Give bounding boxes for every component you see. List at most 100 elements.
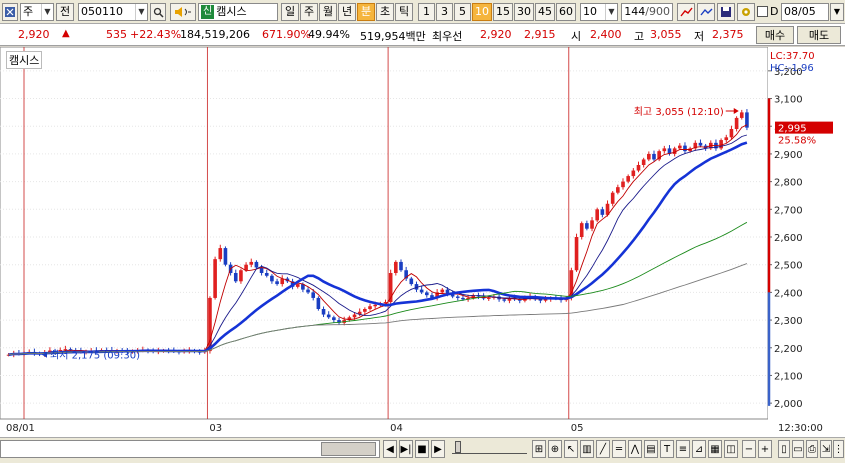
compare-chart-icon[interactable] bbox=[697, 3, 715, 21]
zoom-slider-handle[interactable] bbox=[455, 441, 461, 453]
interval-60[interactable]: 60 bbox=[556, 3, 576, 21]
code-input[interactable]: 050110 ▼ bbox=[78, 3, 148, 21]
candle-body bbox=[275, 281, 279, 285]
price-change: 535 bbox=[106, 28, 127, 41]
scroll-left-icon[interactable]: ◀ bbox=[383, 440, 397, 458]
search-icon[interactable] bbox=[150, 3, 166, 21]
candle-body bbox=[326, 314, 331, 318]
chevron-down-icon: ▼ bbox=[41, 4, 53, 20]
print-icon[interactable]: ⎙ bbox=[806, 440, 818, 458]
sound-icon[interactable] bbox=[170, 3, 196, 21]
trend-icon[interactable]: ⋀ bbox=[628, 440, 642, 458]
period-day[interactable]: 일 bbox=[281, 3, 299, 21]
time-label: 12:30:00 bbox=[778, 423, 823, 434]
candle-body bbox=[502, 299, 507, 301]
fib-icon[interactable]: ≡ bbox=[676, 440, 690, 458]
d-checkbox[interactable] bbox=[757, 6, 768, 17]
magnifier-icon[interactable]: ⊕ bbox=[548, 440, 562, 458]
pointer-icon[interactable]: ↖ bbox=[564, 440, 578, 458]
line-icon[interactable]: ╱ bbox=[596, 440, 610, 458]
trade-amount: 519,954백만 bbox=[360, 30, 426, 43]
market-select-label: 주 bbox=[23, 5, 34, 18]
zoom-in-icon[interactable]: + bbox=[758, 440, 772, 458]
candle-body bbox=[306, 289, 310, 293]
low-label: 저 bbox=[694, 30, 705, 43]
text-icon[interactable]: T bbox=[660, 440, 674, 458]
eraser-icon[interactable]: ◫ bbox=[724, 440, 738, 458]
play-icon[interactable]: ▶ bbox=[431, 440, 445, 458]
ruler-icon[interactable]: ⊿ bbox=[692, 440, 706, 458]
date-field[interactable]: 08/05 bbox=[781, 3, 829, 21]
bar-chart-icon[interactable]: ▤ bbox=[644, 440, 658, 458]
zoom-slider[interactable] bbox=[452, 441, 527, 454]
open-price: 2,400 bbox=[590, 28, 622, 41]
period-minute[interactable]: 분 bbox=[357, 3, 375, 21]
period-month[interactable]: 월 bbox=[319, 3, 337, 21]
candle-body bbox=[316, 297, 321, 309]
current-price: 2,920 bbox=[18, 28, 50, 41]
interval-1[interactable]: 1 bbox=[418, 3, 435, 21]
candle-body bbox=[223, 248, 228, 265]
horizontal-scrollbar[interactable] bbox=[0, 440, 380, 458]
layout-icon[interactable]: ▭ bbox=[792, 440, 804, 458]
candle-body bbox=[724, 137, 729, 141]
step-back-icon[interactable]: ▶| bbox=[399, 440, 413, 458]
market-select[interactable]: 주 ▼ bbox=[20, 3, 54, 21]
sell-button[interactable]: 매도 bbox=[797, 26, 841, 44]
low-price: 2,375 bbox=[712, 28, 744, 41]
hc-value: HC:-1.96 bbox=[770, 63, 814, 74]
candle-icon[interactable]: ▥ bbox=[580, 440, 594, 458]
range-value: 144 bbox=[624, 5, 646, 18]
price-chart[interactable]: 2,000 2,100 2,200 2,300 2,400 2,500 2,600 2,700… bbox=[0, 47, 845, 437]
interval-3[interactable]: 3 bbox=[436, 3, 453, 21]
current-pct-label: 25.58% bbox=[778, 136, 816, 147]
interval-5[interactable]: 5 bbox=[454, 3, 471, 21]
candle-body bbox=[734, 117, 739, 129]
candle-body bbox=[332, 317, 336, 321]
zoom-out-icon[interactable]: − bbox=[742, 440, 756, 458]
y-tick-label: 2,400 bbox=[774, 288, 803, 299]
range-field[interactable]: 144 /900 bbox=[621, 3, 673, 21]
chevron-down-icon: ▼ bbox=[135, 4, 147, 20]
stock-name-field[interactable]: 신 캠시스 bbox=[198, 3, 278, 21]
period-week[interactable]: 주 bbox=[300, 3, 318, 21]
candle-body bbox=[610, 192, 615, 204]
period-year[interactable]: 년 bbox=[338, 3, 356, 21]
stop-icon[interactable]: ■ bbox=[415, 440, 429, 458]
candle-body bbox=[249, 261, 254, 265]
grid-icon[interactable]: ▦ bbox=[708, 440, 722, 458]
count-value: 10 bbox=[583, 5, 597, 18]
candle-body bbox=[295, 284, 300, 287]
x-tick-label: 03 bbox=[209, 423, 222, 434]
candle-body bbox=[631, 170, 636, 177]
chart-tool-icon[interactable] bbox=[677, 3, 695, 21]
interval-30[interactable]: 30 bbox=[514, 3, 534, 21]
period-tick[interactable]: 틱 bbox=[395, 3, 413, 21]
settings-icon[interactable] bbox=[2, 3, 18, 21]
interval-45[interactable]: 45 bbox=[535, 3, 555, 21]
split-view-icon[interactable]: ▯ bbox=[778, 440, 790, 458]
y-tick-label: 2,800 bbox=[774, 178, 803, 189]
export-icon[interactable]: ⇲ bbox=[820, 440, 832, 458]
lc-value: LC:37.70 bbox=[770, 51, 815, 62]
save-icon[interactable] bbox=[717, 3, 735, 21]
stock-tag-badge: 신 bbox=[201, 5, 215, 19]
date-picker-icon[interactable]: ▼ bbox=[830, 3, 844, 21]
buy-button[interactable]: 매수 bbox=[756, 26, 794, 44]
candle-body bbox=[590, 220, 594, 229]
options-icon[interactable]: ⋮ bbox=[833, 440, 844, 458]
y-tick-label: 2,000 bbox=[774, 399, 803, 410]
chart-canvas: 2,000 2,100 2,200 2,300 2,400 2,500 2,600 2,700… bbox=[0, 47, 845, 437]
interval-10[interactable]: 10 bbox=[472, 3, 492, 21]
scrollbar-thumb[interactable] bbox=[321, 442, 376, 456]
y-tick-label: 2,500 bbox=[774, 261, 803, 272]
interval-15[interactable]: 15 bbox=[493, 3, 513, 21]
gear-icon[interactable] bbox=[737, 3, 755, 21]
hline-icon[interactable]: ═ bbox=[612, 440, 626, 458]
count-select[interactable]: 10 ▼ bbox=[580, 3, 618, 21]
crosshair-icon[interactable]: ⊞ bbox=[532, 440, 546, 458]
period-second[interactable]: 초 bbox=[376, 3, 394, 21]
market-mode-button[interactable]: 전 bbox=[56, 3, 74, 21]
trade-volume: 184,519,206 bbox=[180, 28, 250, 41]
high-price: 3,055 bbox=[650, 28, 682, 41]
